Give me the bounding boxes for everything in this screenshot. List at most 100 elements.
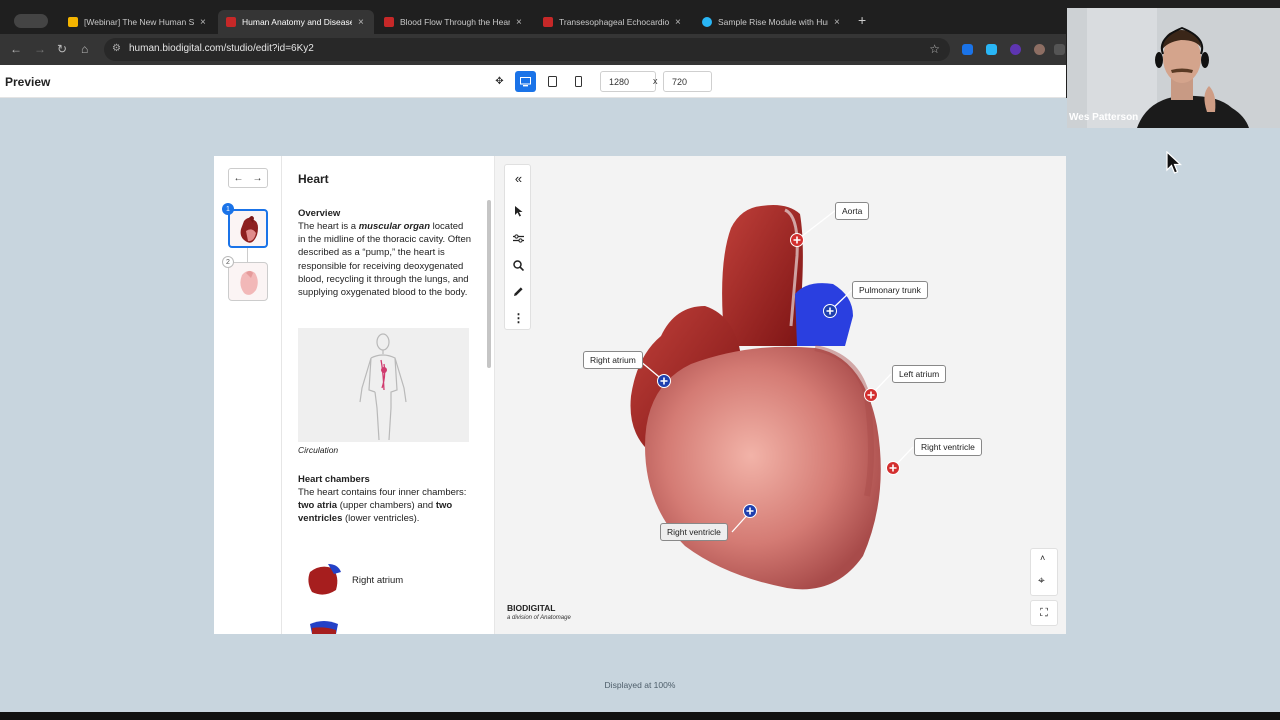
- browser-toolbar: ← → ↻ ⌂ ⚙ human.biodigital.com/studio/ed…: [0, 34, 1066, 65]
- circulation-image[interactable]: [298, 328, 469, 442]
- next-slide-button[interactable]: →: [253, 173, 263, 184]
- draw-pencil-icon[interactable]: [505, 280, 532, 302]
- rise-favicon-icon: [702, 17, 712, 27]
- right-atrium-thumbnail[interactable]: [306, 562, 343, 598]
- label-right-atrium[interactable]: Right atrium: [583, 351, 643, 369]
- right-atrium-marker-icon[interactable]: [657, 374, 671, 388]
- slide-number-badge: 1: [222, 203, 234, 215]
- label-aorta[interactable]: Aorta: [835, 202, 870, 220]
- right-ventricle-marker-icon[interactable]: [886, 461, 900, 475]
- lesson-title: Heart: [298, 172, 329, 186]
- chambers-paragraph: The heart contains four inner chambers: …: [298, 487, 467, 525]
- collapse-panel-icon[interactable]: «: [505, 167, 532, 189]
- thumb-connector: [247, 248, 248, 262]
- tablet-view-button[interactable]: [542, 71, 563, 92]
- tab-group-pill[interactable]: [14, 14, 48, 28]
- slides-favicon-icon: [68, 17, 78, 27]
- heart-thumbnail-icon: [240, 270, 258, 295]
- salesforce-extension-icon[interactable]: [986, 44, 997, 55]
- heart-thumbnail-icon: [240, 216, 258, 243]
- fullscreen-icon[interactable]: ⛶: [1030, 600, 1058, 626]
- tab-label: Transesophageal Echocardio: [559, 17, 669, 27]
- prev-slide-button[interactable]: ←: [234, 173, 244, 184]
- lesson-text-panel: Heart Overview The heart is a muscular o…: [282, 156, 495, 634]
- zoom-extension-icon[interactable]: [962, 44, 973, 55]
- close-tab-icon[interactable]: ×: [834, 17, 840, 28]
- tab-label: [Webinar] The New Human St: [84, 17, 194, 27]
- tab-webinar[interactable]: [Webinar] The New Human St ×: [60, 10, 216, 34]
- zoom-status: Displayed at 100%: [604, 680, 676, 690]
- label-pulmonary-trunk[interactable]: Pulmonary trunk: [852, 281, 928, 299]
- presenter-name: Wes Patterson: [1069, 112, 1139, 123]
- tab-human-anatomy[interactable]: Human Anatomy and Disease ×: [218, 10, 374, 34]
- pulmonary-trunk-marker-icon[interactable]: [823, 304, 837, 318]
- extension-icon[interactable]: [1010, 44, 1021, 55]
- select-pointer-icon[interactable]: [505, 200, 532, 222]
- recenter-target-icon[interactable]: ⌖: [1038, 573, 1045, 588]
- right-ventricle-front-marker-icon[interactable]: [743, 504, 757, 518]
- chambers-heading: Heart chambers: [298, 474, 370, 485]
- list-thumbnail[interactable]: [306, 618, 343, 634]
- browser-tab-bar: [Webinar] The New Human St × Human Anato…: [0, 8, 1066, 34]
- close-tab-icon[interactable]: ×: [516, 17, 522, 28]
- screen-bottom-edge: [0, 712, 1280, 720]
- forward-arrow-icon[interactable]: →: [34, 42, 46, 56]
- overview-paragraph: The heart is a muscular organ located in…: [298, 221, 472, 299]
- biodigital-favicon-icon: [384, 17, 394, 27]
- anatomage-tagline: a division of Anatomage: [507, 615, 571, 621]
- desktop-view-button[interactable]: [515, 71, 536, 92]
- viewer-toolbar: « ⋮: [504, 164, 531, 330]
- tab-label: Sample Rise Module with Hur: [718, 17, 828, 27]
- label-right-ventricle[interactable]: Right ventricle: [914, 438, 982, 456]
- text-scrollbar[interactable]: [487, 200, 491, 368]
- list-item-right-atrium[interactable]: Right atrium: [352, 575, 403, 586]
- slide-thumb-1[interactable]: [228, 209, 268, 248]
- close-tab-icon[interactable]: ×: [200, 17, 206, 28]
- home-icon[interactable]: ⌂: [81, 42, 88, 56]
- image-caption: Circulation: [298, 445, 339, 455]
- tab-blood-flow[interactable]: Blood Flow Through the Hear ×: [376, 10, 532, 34]
- circulation-figure-icon: [359, 333, 407, 441]
- 3d-model-viewer[interactable]: Aorta Pulmonary trunk Right atrium Left …: [495, 156, 1066, 634]
- mobile-view-button[interactable]: [568, 71, 589, 92]
- more-options-icon[interactable]: ⋮: [505, 307, 532, 329]
- chevron-up-icon[interactable]: ˄: [1040, 553, 1045, 563]
- new-tab-button[interactable]: +: [858, 12, 866, 28]
- height-input[interactable]: 720: [663, 71, 712, 92]
- slide-thumb-2[interactable]: [228, 262, 268, 301]
- site-info-icon[interactable]: ⚙: [112, 43, 121, 54]
- biodigital-favicon-icon: [226, 17, 236, 27]
- expand-view-icon[interactable]: ✥: [489, 71, 510, 92]
- extensions-puzzle-icon[interactable]: [1054, 44, 1065, 55]
- tab-transesophageal[interactable]: Transesophageal Echocardio ×: [535, 10, 691, 34]
- heart-3d-model[interactable]: [495, 156, 1066, 634]
- settings-sliders-icon[interactable]: [505, 227, 532, 249]
- bookmark-star-icon[interactable]: ☆: [929, 42, 940, 56]
- profile-avatar-icon[interactable]: [1034, 44, 1045, 55]
- label-left-atrium[interactable]: Left atrium: [892, 365, 947, 383]
- tab-label: Blood Flow Through the Hear: [400, 17, 510, 27]
- reload-icon[interactable]: ↻: [57, 42, 67, 56]
- url-text[interactable]: human.biodigital.com/studio/edit?id=6Ky2: [129, 43, 314, 54]
- aorta-marker-icon[interactable]: [790, 233, 804, 247]
- label-right-ventricle-front[interactable]: Right ventricle: [660, 523, 728, 541]
- left-atrium-marker-icon[interactable]: [864, 388, 878, 402]
- slide-nav: ← →: [228, 168, 268, 188]
- address-bar[interactable]: ⚙ human.biodigital.com/studio/edit?id=6K…: [104, 38, 950, 61]
- tab-label: Human Anatomy and Disease: [242, 17, 352, 27]
- tab-sample-rise[interactable]: Sample Rise Module with Hur ×: [694, 10, 850, 34]
- mouse-cursor-icon: [1166, 151, 1182, 174]
- close-tab-icon[interactable]: ×: [358, 17, 364, 28]
- search-icon[interactable]: [505, 254, 532, 276]
- webcam-overlay: Wes Patterson: [1067, 8, 1280, 128]
- camera-controls: ˄ ⌖: [1030, 548, 1058, 596]
- close-tab-icon[interactable]: ×: [675, 17, 681, 28]
- preview-header: Preview ✥ 1280 x 720: [0, 65, 1066, 98]
- slide-thumbnails: ← → 1 2: [214, 156, 282, 634]
- width-input[interactable]: 1280: [600, 71, 656, 92]
- presenter-video: [1067, 8, 1280, 128]
- biodigital-favicon-icon: [543, 17, 553, 27]
- back-arrow-icon[interactable]: ←: [10, 42, 22, 56]
- dimension-separator: x: [653, 76, 658, 86]
- lesson-module: ← → 1 2 Heart Overview The heart is a mu…: [214, 156, 1066, 634]
